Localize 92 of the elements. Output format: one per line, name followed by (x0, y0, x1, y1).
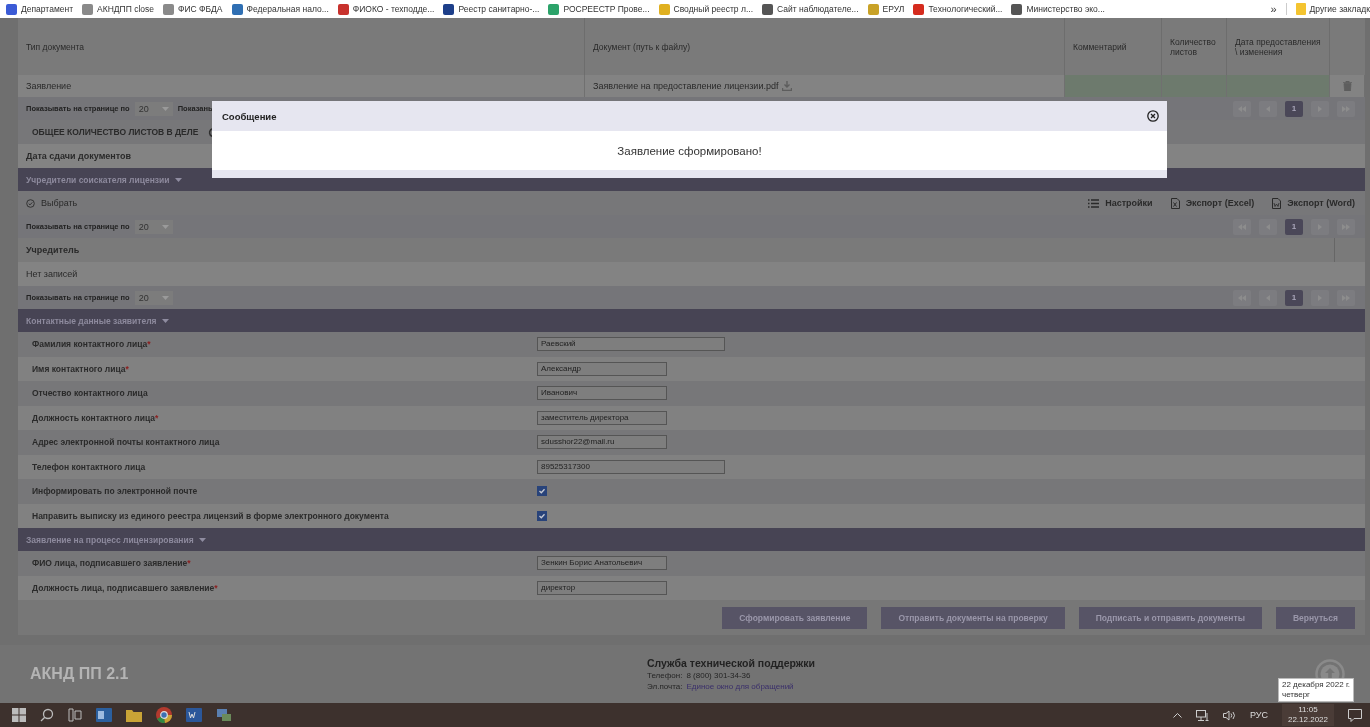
submission-date-label: Дата сдачи документов (26, 151, 132, 161)
input-field[interactable]: Раевский (537, 337, 725, 352)
network-icon[interactable] (1195, 709, 1209, 721)
bookmark-link[interactable]: Департамент (6, 3, 74, 15)
input-field[interactable]: sdusshor22@mail.ru (537, 435, 667, 450)
trash-icon[interactable] (1342, 81, 1352, 91)
bookmark-link[interactable]: ЕРУЛ (867, 3, 905, 15)
action-button[interactable]: Вернуться (1275, 606, 1355, 629)
language-indicator[interactable]: РУС (1249, 710, 1268, 720)
field-label: Имя контактного лица* (32, 363, 130, 374)
input-field[interactable]: Александр (537, 361, 667, 376)
more-bookmarks-button[interactable]: » (1270, 3, 1277, 15)
checkbox[interactable] (537, 486, 547, 497)
settings-button[interactable]: Настройки (1088, 198, 1153, 208)
browser-icon[interactable] (156, 707, 172, 723)
check-circle-icon (26, 198, 35, 208)
bookmark-link[interactable]: Сводный реестр л... (658, 3, 753, 15)
volume-icon[interactable] (1222, 709, 1236, 721)
other-bookmarks-folder[interactable]: Другие закладк (1295, 3, 1370, 15)
export-button[interactable]: Экспорт (Excel) (1170, 197, 1255, 209)
app-icon[interactable] (216, 708, 232, 722)
download-icon[interactable] (782, 81, 793, 91)
search-icon[interactable] (40, 708, 54, 722)
field-label: Телефон контактного лица (32, 461, 147, 472)
section-header[interactable]: Контактные данные заявителя (18, 309, 1365, 332)
page-size-select[interactable]: 20 (134, 219, 173, 234)
empty-table-message: Нет записей (26, 269, 78, 279)
field-label: Адрес электронной почты контактного лица (32, 437, 221, 448)
dialog-title: Сообщение (222, 110, 277, 122)
email-label: Эл.почта: (647, 682, 683, 691)
bookmark-link[interactable]: Министерство эко... (1011, 3, 1105, 15)
current-page-button[interactable]: 1 (1285, 218, 1303, 235)
action-button[interactable]: Сформировать заявление (722, 606, 868, 629)
action-button[interactable]: Подписать и отправить документы (1078, 606, 1262, 629)
bookmark-link[interactable]: ФИОКО - техподде... (337, 3, 435, 15)
bookmark-link[interactable]: Технологический... (913, 3, 1003, 15)
table-cell: Заявление (26, 81, 72, 91)
caret-icon (161, 106, 169, 111)
total-sheets-label: ОБЩЕЕ КОЛИЧЕСТВО ЛИСТОВ В ДЕЛЕ (32, 127, 199, 137)
close-icon[interactable] (1147, 110, 1159, 122)
excel-file-icon (1170, 197, 1180, 209)
caret-icon (161, 295, 169, 300)
bookmark-link[interactable]: Реестр санитарно-... (443, 3, 540, 15)
page-size-select[interactable]: 20 (134, 101, 173, 116)
caret-icon (161, 318, 169, 323)
start-button[interactable] (12, 708, 26, 722)
support-title: Служба технической поддержки (647, 657, 815, 669)
field-label: Должность контактного лица* (32, 412, 160, 423)
caret-icon (161, 224, 169, 229)
bookmark-link[interactable]: Сайт наблюдателе... (762, 3, 859, 15)
dialog-message: Заявление сформировано! (617, 144, 762, 157)
mail-app-icon[interactable] (96, 708, 112, 722)
app-version-label: АКНД ПП 2.1 (30, 665, 130, 683)
chevron-up-icon[interactable] (1172, 712, 1182, 718)
phone-number: 8 (800) 301-34-36 (686, 671, 751, 680)
checkbox[interactable] (537, 510, 547, 521)
page-size-select[interactable]: 20 (134, 290, 173, 305)
field-label: ФИО лица, подписавшего заявление* (32, 558, 192, 569)
notifications-icon[interactable] (1348, 708, 1362, 722)
input-field[interactable]: Зенкин Борис Анатольевич (537, 556, 667, 571)
bookmark-link[interactable]: Федеральная нало... (231, 3, 329, 15)
input-field[interactable]: заместитель директора (537, 410, 667, 425)
clock[interactable]: 11:05 22.12.2022 (1281, 704, 1334, 726)
current-page-button[interactable]: 1 (1285, 100, 1303, 117)
current-page-button[interactable]: 1 (1285, 289, 1303, 306)
section-header[interactable]: Заявление на процесс лицензирования (18, 528, 1365, 551)
action-button[interactable]: Отправить документы на проверку (881, 606, 1065, 629)
folder-icon[interactable] (126, 708, 142, 722)
input-field[interactable]: 89525317300 (537, 459, 725, 474)
bookmark-link[interactable]: РОСРЕЕСТР Прове... (548, 3, 650, 15)
phone-label: Телефон: (647, 671, 683, 680)
select-button[interactable]: Выбрать (26, 198, 78, 208)
field-label: Отчество контактного лица (32, 388, 149, 399)
bookmark-link[interactable]: АКНДПП close (82, 3, 154, 15)
input-field[interactable]: Иванович (537, 386, 667, 401)
field-label: Направить выписку из единого реестра лицензий в форме электронного документа (32, 510, 390, 521)
export-button[interactable]: Экспорт (Word) (1272, 197, 1355, 209)
field-label: Информировать по электронной почте (32, 486, 199, 497)
file-link[interactable]: Заявление на предоставление лицензии.pdf (593, 81, 779, 91)
document-app-icon[interactable] (186, 708, 202, 722)
caret-icon (198, 537, 206, 542)
column-header: Учредитель (26, 245, 80, 255)
word-file-icon (1272, 197, 1282, 209)
field-label: Должность лица, подписавшего заявление* (32, 582, 219, 593)
task-view-icon[interactable] (68, 708, 82, 722)
folder-icon (1295, 3, 1306, 15)
input-field[interactable]: директор (537, 580, 667, 595)
bookmark-link[interactable]: ФИС ФБДА (163, 3, 223, 15)
list-icon (1088, 198, 1100, 208)
caret-icon (174, 177, 182, 182)
date-tooltip: 22 декабря 2022 г. четверг (1278, 678, 1355, 702)
field-label: Фамилия контактного лица* (32, 339, 152, 350)
